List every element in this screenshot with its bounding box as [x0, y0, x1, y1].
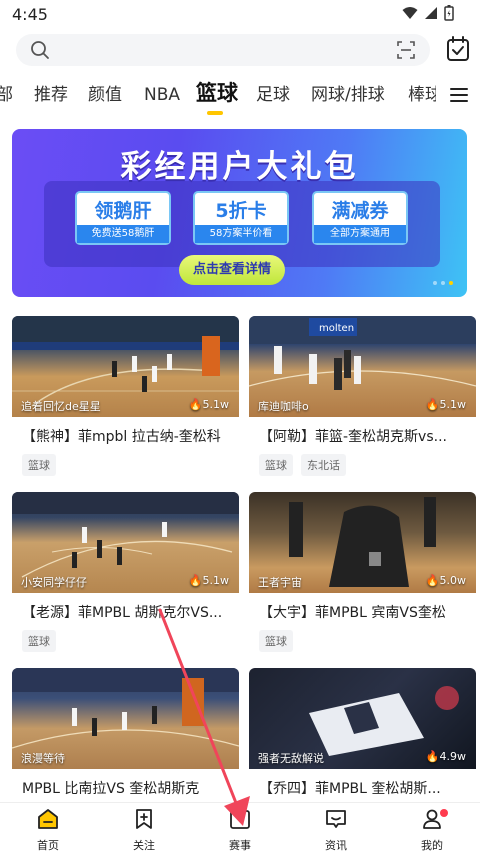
- video-card[interactable]: 浪漫等待 MPBL 比南拉VS 奎松胡斯克: [12, 668, 239, 802]
- page-dot: [433, 281, 437, 285]
- view-count: 4.9w: [439, 750, 467, 763]
- coupon-half-price: 5折卡 58方案半价看: [193, 191, 289, 245]
- view-count: 5.1w: [439, 398, 467, 411]
- video-title: 【老源】菲MPBL 胡斯克尔VS...: [22, 605, 223, 621]
- fire-icon: 🔥: [425, 750, 440, 763]
- active-tab-indicator: [207, 111, 223, 115]
- video-tag[interactable]: 篮球: [22, 454, 56, 476]
- notification-badge: [440, 809, 448, 817]
- video-views: 🔥4.9w: [426, 750, 466, 763]
- tab-football[interactable]: 足球: [256, 84, 290, 106]
- nav-profile[interactable]: 我的: [402, 807, 462, 853]
- fire-icon: 🔥: [188, 574, 203, 587]
- battery-icon: [444, 5, 454, 21]
- video-views: 🔥5.0w: [426, 574, 466, 587]
- coupon-title: 满减券: [331, 200, 389, 222]
- view-count: 5.0w: [439, 574, 467, 587]
- video-tag[interactable]: 篮球: [259, 630, 293, 652]
- status-bar: 4:45: [0, 0, 480, 28]
- video-author: 强者无敌解说: [258, 752, 324, 765]
- nav-label: 资讯: [325, 839, 347, 852]
- tab-recommend[interactable]: 推荐: [34, 84, 68, 106]
- fire-icon: 🔥: [425, 398, 440, 411]
- video-title: MPBL 比南拉VS 奎松胡斯克: [22, 781, 200, 797]
- nav-home[interactable]: 首页: [18, 807, 78, 853]
- video-author: 追着回忆de星星: [21, 400, 101, 413]
- video-title: 【乔四】菲MPBL 奎松胡斯...: [259, 781, 441, 797]
- video-title: 【熊神】菲mpbl 拉古纳-奎松科: [22, 429, 221, 445]
- tab-baseball[interactable]: 棒球: [408, 84, 436, 106]
- view-count: 5.1w: [202, 574, 230, 587]
- news-icon: [326, 810, 346, 828]
- video-tags: 篮球: [259, 630, 293, 652]
- coupon-title: 5折卡: [215, 200, 267, 222]
- home-icon: [38, 809, 58, 829]
- page-dot-active: [449, 281, 453, 285]
- signal-icon: [425, 7, 437, 19]
- page-dot: [441, 281, 445, 285]
- tab-tennis-volleyball[interactable]: 网球/排球: [311, 84, 385, 106]
- video-tag[interactable]: 篮球: [22, 630, 56, 652]
- banner-title: 彩经用户大礼包: [120, 149, 359, 185]
- nav-label: 关注: [133, 839, 155, 852]
- video-title: 【阿勒】菲篮-奎松胡克斯vs...: [259, 429, 447, 445]
- tab-looks[interactable]: 颜值: [88, 84, 122, 106]
- view-count: 5.1w: [202, 398, 230, 411]
- video-author: 王者宇宙: [258, 576, 302, 589]
- app-screen: 4:45 部 推荐 颜值 NBA 篮球 足球 网球/排球 棒球 彩经用户大礼包 …: [0, 0, 480, 853]
- video-card[interactable]: 追着回忆de星星 🔥5.1w 【熊神】菲mpbl 拉古纳-奎松科 篮球: [12, 316, 239, 484]
- fire-icon: 🔥: [425, 574, 440, 587]
- calendar-check-icon[interactable]: [446, 36, 470, 62]
- video-author: 小安同学仔仔: [21, 576, 87, 589]
- nav-events[interactable]: 赛事: [210, 807, 270, 853]
- promo-banner[interactable]: 彩经用户大礼包 领鹅肝 免费送58鹅肝 5折卡 58方案半价看 满减券 全部方案…: [12, 129, 467, 297]
- coupon-subtitle: 全部方案通用: [314, 225, 406, 243]
- category-tabs: 部 推荐 颜值 NBA 篮球 足球 网球/排球 棒球: [0, 76, 480, 118]
- coupon-subtitle: 免费送58鹅肝: [77, 225, 169, 243]
- video-tag[interactable]: 东北话: [301, 454, 346, 476]
- menu-icon[interactable]: [450, 86, 468, 104]
- tab-basketball[interactable]: 篮球: [196, 82, 238, 104]
- video-tags: 篮球 东北话: [259, 454, 346, 476]
- video-card[interactable]: 强者无敌解说 🔥4.9w 【乔四】菲MPBL 奎松胡斯...: [249, 668, 476, 802]
- video-card[interactable]: molten 库迪咖啡o 🔥5.1w 【阿勒】菲篮-奎松胡克斯vs... 篮球 …: [249, 316, 476, 484]
- coupon-discount: 满减券 全部方案通用: [312, 191, 408, 245]
- video-views: 🔥5.1w: [426, 398, 466, 411]
- nav-label: 首页: [37, 839, 59, 852]
- nav-label: 赛事: [229, 839, 251, 852]
- status-time: 4:45: [12, 5, 48, 24]
- video-author: 库迪咖啡o: [258, 400, 309, 413]
- bookmark-plus-icon: [136, 809, 152, 829]
- nav-label: 我的: [421, 839, 443, 852]
- video-tags: 篮球: [22, 454, 56, 476]
- wifi-icon: [402, 7, 418, 19]
- video-tag[interactable]: 篮球: [259, 454, 293, 476]
- video-card[interactable]: 小安同学仔仔 🔥5.1w 【老源】菲MPBL 胡斯克尔VS... 篮球: [12, 492, 239, 660]
- video-author: 浪漫等待: [21, 752, 65, 765]
- video-card[interactable]: 王者宇宙 🔥5.0w 【大宇】菲MPBL 宾南VS奎松 篮球: [249, 492, 476, 660]
- bottom-nav: 首页 关注 赛事 资讯 我的: [0, 802, 480, 853]
- nav-news[interactable]: 资讯: [306, 807, 366, 853]
- nav-follow[interactable]: 关注: [114, 807, 174, 853]
- banner-cta-button[interactable]: 点击查看详情: [179, 255, 285, 285]
- banner-page-dots: [433, 281, 453, 285]
- event-icon: [230, 808, 250, 829]
- fire-icon: 🔥: [188, 398, 203, 411]
- search-icon: [31, 41, 49, 59]
- video-views: 🔥5.1w: [189, 574, 229, 587]
- tab-nba[interactable]: NBA: [144, 84, 180, 106]
- video-title: 【大宇】菲MPBL 宾南VS奎松: [259, 605, 446, 621]
- video-tags: 篮球: [22, 630, 56, 652]
- search-row: [0, 34, 480, 68]
- coupon-subtitle: 58方案半价看: [195, 225, 287, 243]
- search-input[interactable]: [16, 34, 430, 66]
- svg-text:molten: molten: [319, 323, 354, 334]
- coupon-title: 领鹅肝: [94, 200, 152, 222]
- tab-partial-left[interactable]: 部: [0, 84, 13, 106]
- coupon-goose-liver: 领鹅肝 免费送58鹅肝: [75, 191, 171, 245]
- status-icons: [402, 5, 454, 21]
- scan-icon[interactable]: [396, 40, 416, 60]
- video-views: 🔥5.1w: [189, 398, 229, 411]
